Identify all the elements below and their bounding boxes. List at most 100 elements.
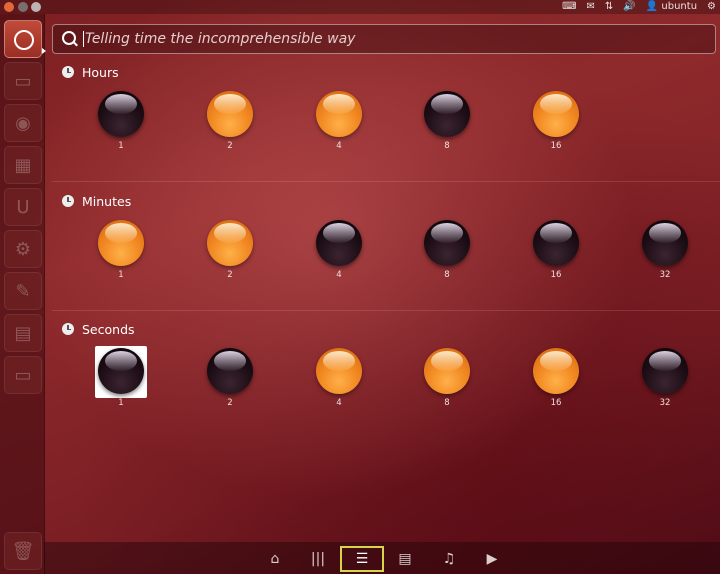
user-menu[interactable]: 👤 ubuntu (646, 0, 697, 14)
clock-icon (62, 195, 74, 207)
bit-hours-8[interactable]: 8 (422, 91, 472, 157)
gear-icon[interactable]: ⚙ (707, 0, 716, 14)
bit-off-indicator (98, 348, 144, 394)
bit-off-indicator (642, 348, 688, 394)
close-window-icon[interactable] (4, 2, 14, 12)
section-title: Minutes (82, 193, 132, 209)
bit-value-label: 16 (550, 141, 562, 151)
bit-hours-1[interactable]: 1 (96, 91, 146, 157)
minimize-window-icon[interactable] (18, 2, 28, 12)
bit-on-indicator (98, 220, 144, 266)
top-panel: ⌨ ✉ ⇅ 🔊 👤 ubuntu ⚙ (0, 0, 720, 14)
keyboard-icon[interactable]: ⌨ (562, 0, 576, 14)
dash-home-button[interactable] (4, 20, 42, 58)
bit-value-label: 8 (444, 270, 450, 280)
bit-value-label: 8 (444, 398, 450, 408)
search-bar (52, 24, 716, 54)
section-divider (52, 181, 720, 182)
bit-value-label: 32 (659, 398, 671, 408)
bit-value-label: 2 (227, 398, 233, 408)
section-hours: Hours 1 2 4 8 16 (52, 64, 720, 164)
bit-off-indicator (98, 91, 144, 137)
section-header: Minutes (62, 193, 131, 209)
lens-applications[interactable]: ||| (296, 546, 340, 572)
bit-on-indicator (533, 91, 579, 137)
launcher-terminal-icon[interactable]: ▭ (4, 356, 42, 394)
clock-icon (62, 323, 74, 335)
clock-icon (62, 66, 74, 78)
bit-on-indicator (207, 91, 253, 137)
lens-files[interactable]: ▤ (383, 546, 427, 572)
bit-on-indicator (316, 348, 362, 394)
launcher-settings-icon[interactable]: ⚙ (4, 230, 42, 268)
home-icon: ⌂ (270, 551, 280, 567)
files-icon: ▤ (398, 551, 412, 567)
bit-minutes-1[interactable]: 1 (96, 220, 146, 286)
bit-seconds-8[interactable]: 8 (422, 348, 472, 414)
active-indicator-icon (42, 48, 46, 54)
launcher-trash-icon[interactable]: 🗑 (4, 532, 42, 570)
bit-minutes-8[interactable]: 8 (422, 220, 472, 286)
music-icon: ♫ (442, 551, 456, 567)
lens-list[interactable]: ☰ (340, 546, 384, 572)
lens-video[interactable]: ▶ (470, 546, 514, 572)
launcher-software-center-icon[interactable]: U (4, 188, 42, 226)
bit-value-label: 4 (336, 398, 342, 408)
bit-seconds-1[interactable]: 1 (95, 346, 147, 414)
bit-value-label: 1 (118, 141, 124, 151)
search-icon (62, 31, 76, 45)
ubuntu-logo-icon (14, 30, 34, 50)
bit-minutes-16[interactable]: 16 (531, 220, 581, 286)
bit-hours-2[interactable]: 2 (205, 91, 255, 157)
section-header: Hours (62, 64, 119, 80)
list-icon: ☰ (355, 551, 369, 567)
bit-minutes-4[interactable]: 4 (314, 220, 364, 286)
bit-value-label: 8 (444, 141, 450, 151)
bit-hours-16[interactable]: 16 (531, 91, 581, 157)
search-input[interactable] (83, 28, 687, 50)
bit-value-label: 16 (550, 270, 562, 280)
bit-value-label: 1 (118, 398, 124, 408)
network-icon[interactable]: ⇅ (605, 0, 613, 14)
bit-on-indicator (316, 91, 362, 137)
bit-off-indicator (642, 220, 688, 266)
volume-icon[interactable]: 🔊 (623, 0, 635, 14)
lens-home[interactable]: ⌂ (253, 546, 297, 572)
bit-off-indicator (316, 220, 362, 266)
lens-music[interactable]: ♫ (427, 546, 471, 572)
section-minutes: Minutes 1 2 4 8 16 32 (52, 193, 720, 293)
bit-value-label: 32 (659, 270, 671, 280)
launcher-editor-icon[interactable]: ✎ (4, 272, 42, 310)
launcher-firefox-icon[interactable]: ◉ (4, 104, 42, 142)
bit-seconds-16[interactable]: 16 (531, 348, 581, 414)
bit-off-indicator (207, 348, 253, 394)
launcher-files-icon[interactable]: ▭ (4, 62, 42, 100)
bit-minutes-32[interactable]: 32 (640, 220, 690, 286)
bit-value-label: 1 (118, 270, 124, 280)
bit-value-label: 2 (227, 270, 233, 280)
bit-off-indicator (533, 220, 579, 266)
bit-seconds-32[interactable]: 32 (640, 348, 690, 414)
bit-value-label: 4 (336, 141, 342, 151)
section-seconds: Seconds 1 2 4 8 16 32 (52, 321, 720, 421)
section-title: Hours (82, 64, 119, 80)
system-tray: ⌨ ✉ ⇅ 🔊 👤 ubuntu ⚙ (562, 0, 716, 14)
bit-minutes-2[interactable]: 2 (205, 220, 255, 286)
bit-seconds-2[interactable]: 2 (205, 348, 255, 414)
bit-hours-4[interactable]: 4 (314, 91, 364, 157)
bit-seconds-4[interactable]: 4 (314, 348, 364, 414)
bit-off-indicator (424, 91, 470, 137)
section-header: Seconds (62, 321, 135, 337)
bit-on-indicator (207, 220, 253, 266)
video-icon: ▶ (486, 551, 498, 567)
bit-on-indicator (533, 348, 579, 394)
bit-value-label: 4 (336, 270, 342, 280)
mail-icon[interactable]: ✉ (587, 0, 595, 14)
maximize-window-icon[interactable] (31, 2, 41, 12)
launcher-office-icon[interactable]: ▦ (4, 146, 42, 184)
launcher-workspaces-icon[interactable]: ▤ (4, 314, 42, 352)
section-title: Seconds (82, 321, 135, 337)
bit-on-indicator (424, 348, 470, 394)
bit-value-label: 2 (227, 141, 233, 151)
section-divider (52, 310, 720, 311)
